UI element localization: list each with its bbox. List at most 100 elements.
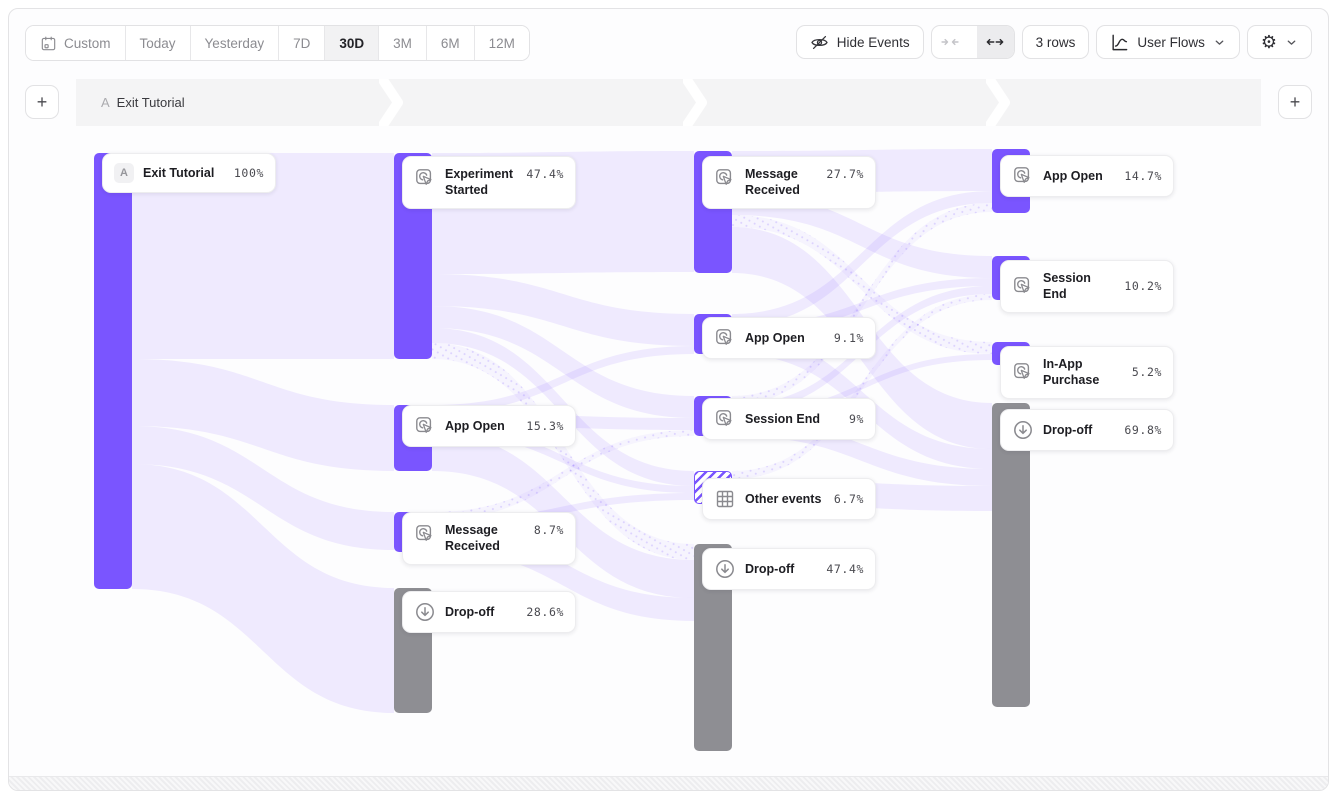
node-percent: 9%: [849, 412, 864, 426]
flow-node-message-received-2[interactable]: Message Received 8.7%: [402, 512, 576, 565]
event-icon: [1012, 275, 1034, 297]
flow-node-session-end-4[interactable]: Session End 10.2%: [1000, 260, 1174, 313]
date-range-3m[interactable]: 3M: [379, 26, 427, 60]
flow-node-experiment-started[interactable]: Experiment Started 47.4%: [402, 156, 576, 209]
chevron-down-icon: [1285, 36, 1298, 49]
node-label: Drop-off: [445, 604, 494, 620]
node-label: Drop-off: [745, 561, 794, 577]
date-range-30d[interactable]: 30D: [325, 26, 379, 60]
date-range-6m[interactable]: 6M: [427, 26, 475, 60]
add-step-after-button[interactable]: +: [1278, 85, 1312, 119]
node-label: Session End: [1043, 270, 1115, 303]
chart-resize-handle[interactable]: [9, 776, 1328, 790]
node-label: Drop-off: [1043, 422, 1092, 438]
step-a-badge: A: [114, 163, 134, 183]
step-chevron-separator: [683, 79, 709, 126]
hide-events-label: Hide Events: [837, 35, 910, 50]
arrows-outward-icon: [985, 32, 1005, 52]
node-label: App Open: [1043, 168, 1103, 184]
flow-node-app-open-3[interactable]: App Open 9.1%: [702, 317, 876, 359]
hide-events-button[interactable]: Hide Events: [796, 25, 924, 59]
node-percent: 6.7%: [834, 492, 864, 506]
node-percent: 27.7%: [826, 167, 864, 181]
flow-node-other-events-3[interactable]: Other events 6.7%: [702, 478, 876, 520]
flow-node-drop-off-4[interactable]: Drop-off 69.8%: [1000, 409, 1174, 451]
view-selector-dropdown[interactable]: User Flows: [1096, 25, 1240, 59]
date-range-selector: Custom Today Yesterday 7D 30D 3M 6M 12M: [25, 25, 530, 61]
node-percent: 8.7%: [534, 523, 564, 537]
date-range-today[interactable]: Today: [126, 26, 191, 60]
calendar-icon: [40, 35, 57, 52]
event-icon: [1012, 165, 1034, 187]
node-label: Message Received: [745, 166, 817, 199]
event-icon: [714, 327, 736, 349]
node-label: Exit Tutorial: [143, 165, 214, 181]
user-flows-app: A Exit Tutorial 100% Experiment Started …: [8, 8, 1329, 791]
settings-dropdown[interactable]: ⚙: [1247, 25, 1312, 59]
flow-node-app-open-4[interactable]: App Open 14.7%: [1000, 155, 1174, 197]
grid-icon: [714, 488, 736, 510]
date-range-yesterday[interactable]: Yesterday: [191, 26, 280, 60]
event-icon: [414, 167, 436, 189]
flow-node-exit-tutorial[interactable]: A Exit Tutorial 100%: [102, 153, 276, 193]
gear-icon: ⚙: [1261, 33, 1277, 51]
drop-off-icon: [1012, 419, 1034, 441]
event-icon: [714, 408, 736, 430]
flow-node-drop-off-3[interactable]: Drop-off 47.4%: [702, 548, 876, 590]
node-percent: 47.4%: [526, 167, 564, 181]
rows-button[interactable]: 3 rows: [1022, 25, 1090, 59]
node-percent: 9.1%: [834, 331, 864, 345]
step-chevron-separator: [379, 79, 405, 126]
toolbar: Custom Today Yesterday 7D 30D 3M 6M 12M: [9, 9, 1328, 75]
flow-node-session-end-3[interactable]: Session End 9%: [702, 398, 876, 440]
node-percent: 14.7%: [1124, 169, 1162, 183]
event-icon: [1012, 361, 1034, 383]
start-step-label[interactable]: A Exit Tutorial: [101, 79, 185, 126]
date-range-label: 6M: [441, 36, 460, 51]
flow-chart-icon: [1110, 33, 1129, 52]
node-percent: 47.4%: [826, 562, 864, 576]
flow-node-message-received-3[interactable]: Message Received 27.7%: [702, 156, 876, 209]
node-percent: 10.2%: [1124, 279, 1162, 293]
node-label: Session End: [745, 411, 820, 427]
step-chevron-separator: [986, 79, 1012, 126]
node-label: Message Received: [445, 522, 525, 555]
step-letter-badge: A: [101, 95, 110, 110]
collapse-columns-button[interactable]: [932, 26, 969, 58]
event-icon: [414, 523, 436, 545]
node-label: Experiment Started: [445, 166, 517, 199]
node-percent: 28.6%: [526, 605, 564, 619]
date-range-12m[interactable]: 12M: [475, 26, 529, 60]
flow-node-in-app-purchase-4[interactable]: In-App Purchase 5.2%: [1000, 346, 1174, 399]
arrows-inward-icon: [940, 32, 960, 52]
column-width-toggle: [931, 25, 1015, 59]
event-icon: [414, 415, 436, 437]
flow-node-drop-off-2[interactable]: Drop-off 28.6%: [402, 591, 576, 633]
date-range-label: Today: [140, 36, 176, 51]
node-label: App Open: [445, 418, 505, 434]
drop-off-icon: [714, 558, 736, 580]
date-range-label: Yesterday: [205, 36, 265, 51]
flow-bar-exit-tutorial[interactable]: [94, 153, 132, 589]
node-percent: 69.8%: [1124, 423, 1162, 437]
event-icon: [714, 167, 736, 189]
node-percent: 5.2%: [1132, 365, 1162, 379]
date-range-label: 30D: [339, 36, 364, 51]
date-range-7d[interactable]: 7D: [279, 26, 325, 60]
view-selector-label: User Flows: [1137, 35, 1205, 50]
date-range-label: 3M: [393, 36, 412, 51]
expand-columns-button[interactable]: [977, 26, 1014, 58]
date-range-label: 12M: [489, 36, 515, 51]
flow-node-app-open-2[interactable]: App Open 15.3%: [402, 405, 576, 447]
start-event-name: Exit Tutorial: [117, 95, 185, 110]
rows-label: 3 rows: [1036, 35, 1076, 50]
steps-header-band: A Exit Tutorial: [76, 79, 1261, 126]
node-percent: 100%: [234, 166, 264, 180]
node-percent: 15.3%: [526, 419, 564, 433]
date-range-custom[interactable]: Custom: [26, 26, 126, 60]
toolbar-right-cluster: Hide Events 3 rows: [796, 25, 1312, 59]
drop-off-icon: [414, 601, 436, 623]
node-label: In-App Purchase: [1043, 356, 1123, 389]
add-step-before-button[interactable]: +: [25, 85, 59, 119]
node-label: Other events: [745, 491, 821, 507]
